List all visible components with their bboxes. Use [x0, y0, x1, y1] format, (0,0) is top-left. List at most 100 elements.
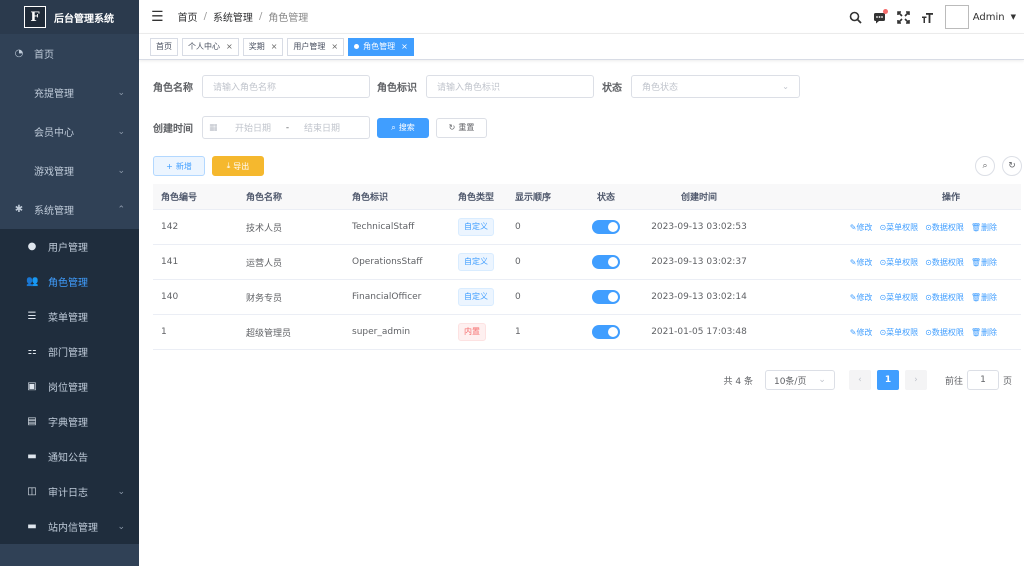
data-permission-button[interactable]: ⊙数据权限 [925, 222, 964, 233]
caret-down-icon[interactable]: ▼ [1011, 13, 1016, 21]
menu-list-icon: ☰ [27, 311, 37, 322]
role-key-input[interactable]: 请输入角色标识 [426, 75, 594, 98]
edit-button[interactable]: ✎修改 [850, 257, 873, 268]
pagination: 共 4 条 10条/页 ⌄ ‹ 1 › 前往 1 页 [724, 370, 1012, 390]
sidebar-item-label: 会员中心 [34, 128, 74, 139]
delete-button[interactable]: 🗑删除 [971, 292, 997, 303]
menu-permission-button[interactable]: ⊙菜单权限 [879, 327, 918, 338]
sidebar-item-roles[interactable]: 👥 角色管理 [0, 264, 139, 299]
user-icon: ● [27, 241, 37, 252]
close-icon[interactable]: × [271, 42, 278, 51]
goto-input[interactable]: 1 [966, 370, 999, 390]
sidebar-item-users[interactable]: ● 用户管理 [0, 229, 139, 264]
tag-roles[interactable]: 角色管理 × [348, 37, 414, 56]
tag-profile[interactable]: 个人中心 × [182, 37, 239, 56]
message-icon[interactable] [869, 6, 891, 28]
sidebar-item-label: 用户管理 [48, 243, 88, 254]
role-name-label: 角色名称 [153, 83, 193, 94]
delete-button[interactable]: 🗑删除 [971, 327, 997, 338]
tag-home[interactable]: 首页 [150, 37, 178, 56]
refresh-button[interactable]: ↻ [1002, 156, 1022, 176]
menu-permission-button[interactable]: ⊙菜单权限 [879, 222, 918, 233]
toggle-search-button[interactable]: ⌕ [975, 156, 995, 176]
sidebar-item-member[interactable]: 会员中心 ⌄ [0, 112, 139, 151]
data-permission-button[interactable]: ⊙数据权限 [925, 327, 964, 338]
sidebar-item-label: 充提管理 [34, 89, 74, 100]
sidebar-item-mail[interactable]: ▬ 站内信管理 ⌄ [0, 509, 139, 544]
cell-role-id: 140 [161, 292, 179, 302]
next-page-button[interactable]: › [904, 370, 927, 390]
chevron-down-icon: ⌄ [117, 486, 125, 497]
hamburger-icon[interactable]: ☰ [151, 9, 164, 25]
sidebar-item-game[interactable]: 游戏管理 ⌄ [0, 151, 139, 190]
download-icon: ⤓ [226, 161, 231, 170]
refresh-icon: ↻ [1008, 161, 1016, 171]
search-button-label: 搜索 [398, 123, 415, 132]
close-icon[interactable]: × [401, 42, 408, 51]
data-permission-button[interactable]: ⊙数据权限 [925, 257, 964, 268]
prev-page-button[interactable]: ‹ [848, 370, 871, 390]
check-circle-icon: ⊙ [925, 292, 932, 302]
sidebar-item-dict[interactable]: ▤ 字典管理 [0, 404, 139, 439]
sidebar-item-home[interactable]: ◔ 首页 [0, 34, 139, 73]
status-switch[interactable] [592, 325, 620, 339]
sidebar-item-notice[interactable]: ▬ 通知公告 [0, 439, 139, 474]
sidebar-item-label: 系统管理 [34, 206, 74, 217]
sidebar-item-label: 首页 [34, 50, 54, 61]
tag-lottery[interactable]: 奖期 × [242, 37, 284, 56]
chevron-up-icon: ⌃ [117, 204, 125, 215]
sidebar-item-label: 字典管理 [48, 418, 88, 429]
sidebar-item-system[interactable]: ✱ 系统管理 ⌃ [0, 190, 139, 229]
page-number[interactable]: 1 [876, 370, 899, 390]
add-button-label: 新增 [175, 161, 192, 171]
export-button[interactable]: ⤓ 导出 [212, 156, 264, 176]
edit-button[interactable]: ✎修改 [850, 292, 873, 303]
edit-button[interactable]: ✎修改 [850, 222, 873, 233]
close-icon[interactable]: × [226, 42, 233, 51]
role-name-input[interactable]: 请输入角色名称 [202, 75, 370, 98]
sidebar-item-posts[interactable]: ▣ 岗位管理 [0, 369, 139, 404]
search-button[interactable]: ⌕ 搜索 [377, 117, 429, 138]
status-select[interactable]: 角色状态 ⌄ [631, 75, 800, 98]
data-permission-button[interactable]: ⊙数据权限 [925, 292, 964, 303]
status-switch[interactable] [592, 290, 620, 304]
page-size-select[interactable]: 10条/页 ⌄ [764, 370, 835, 390]
search-row-2: 创建时间 ▦ 开始日期 - 结束日期 ⌕ 搜索 ↻ 重置 [153, 116, 487, 139]
date-range-picker[interactable]: ▦ 开始日期 - 结束日期 [202, 116, 370, 139]
font-size-icon[interactable] [917, 6, 939, 28]
logo[interactable]: F 后台管理系统 [0, 0, 139, 34]
delete-button[interactable]: 🗑删除 [971, 222, 997, 233]
plus-icon: + [166, 161, 173, 171]
breadcrumb-system[interactable]: 系统管理 [213, 9, 253, 24]
pagination-total: 共 4 条 [723, 376, 753, 387]
avatar[interactable] [944, 5, 969, 29]
edit-button[interactable]: ✎修改 [850, 327, 873, 338]
tag-users[interactable]: 用户管理 × [287, 37, 345, 56]
page-unit-label: 页 [1002, 376, 1012, 387]
delete-button[interactable]: 🗑删除 [971, 257, 997, 268]
col-role-id: 角色编号 [161, 193, 198, 203]
breadcrumb: 首页 / 系统管理 / 角色管理 [178, 9, 309, 24]
sidebar-item-menus[interactable]: ☰ 菜单管理 [0, 299, 139, 334]
menu-permission-button[interactable]: ⊙菜单权限 [879, 257, 918, 268]
search-icon[interactable] [845, 6, 867, 28]
sidebar-item-audit[interactable]: ◫ 审计日志 ⌄ [0, 474, 139, 509]
gear-icon: ✱ [14, 204, 24, 215]
table-row: 140 财务专员 FinancialOfficer 自定义 0 2023-09-… [153, 280, 1021, 315]
sidebar-item-recharge[interactable]: 充提管理 ⌄ [0, 73, 139, 112]
cell-role-name: 超级管理员 [246, 328, 292, 339]
breadcrumb-home[interactable]: 首页 [178, 9, 198, 24]
fullscreen-icon[interactable] [893, 6, 915, 28]
sidebar: F 后台管理系统 ◔ 首页 充提管理 ⌄ 会员中心 ⌄ 游戏管理 ⌄ ✱ 系统管… [0, 0, 139, 566]
export-button-label: 导出 [233, 161, 250, 171]
cell-created: 2021-01-05 17:03:48 [651, 327, 747, 337]
menu-permission-button[interactable]: ⊙菜单权限 [879, 292, 918, 303]
status-switch[interactable] [592, 220, 620, 234]
reset-button[interactable]: ↻ 重置 [436, 117, 487, 138]
add-button[interactable]: + 新增 [153, 156, 205, 176]
close-icon[interactable]: × [331, 42, 338, 51]
status-switch[interactable] [592, 255, 620, 269]
cell-role-key: FinancialOfficer [352, 292, 422, 302]
user-name[interactable]: Admin [973, 12, 1005, 23]
sidebar-item-depts[interactable]: ⚏ 部门管理 [0, 334, 139, 369]
